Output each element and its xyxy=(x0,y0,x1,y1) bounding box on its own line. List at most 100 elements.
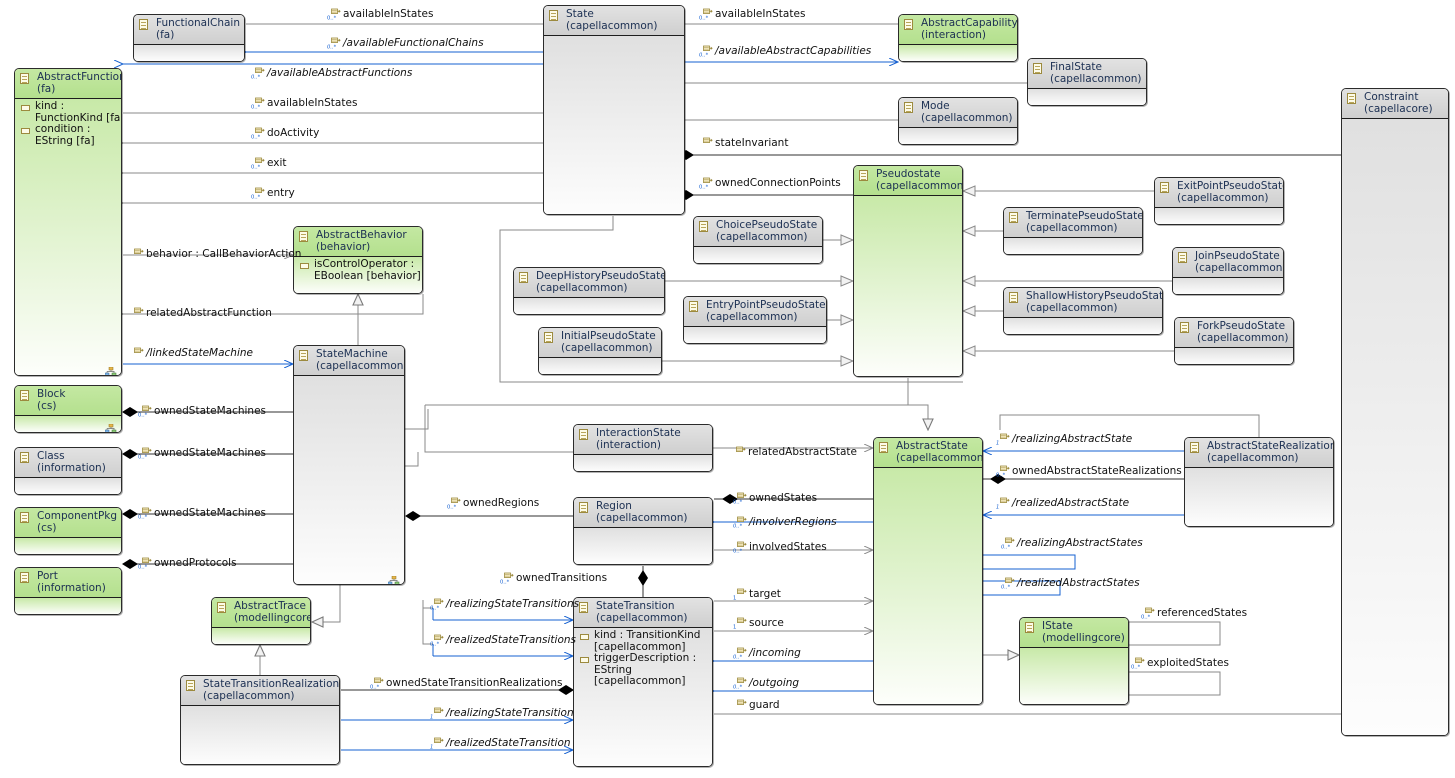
class-header-StateTransitionRealization: StateTransitionRealization (capellacommon… xyxy=(181,676,339,706)
edge-label-text: guard xyxy=(749,699,780,711)
class-body-AbstractBehavior: isControlOperator : EBoolean [behavior] xyxy=(294,257,422,293)
attribute-compartment: kind : TransitionKind [capellacommon] tri… xyxy=(574,628,712,690)
class-box-StateTransitionRealization[interactable]: StateTransitionRealization (capellacommon… xyxy=(180,675,340,765)
edge-label-text: doActivity xyxy=(267,127,320,139)
edge-label-text: /realizedAbstractState xyxy=(1012,497,1130,509)
class-name: ShallowHistoryPseudoState xyxy=(1026,290,1163,302)
class-icon xyxy=(879,442,888,453)
svg-text:0..*: 0..* xyxy=(447,505,457,510)
edge-label-text: ownedStateMachines xyxy=(154,507,267,519)
class-box-AbstractState[interactable]: AbstractState (capellacommon) xyxy=(873,437,983,705)
class-body-State xyxy=(544,36,684,214)
class-box-JoinPseudoState[interactable]: JoinPseudoState (capellacommon) xyxy=(1172,247,1284,295)
edge-label-text: ownedConnectionPoints xyxy=(715,177,841,189)
association-icon: 0..* xyxy=(138,447,152,461)
class-icon xyxy=(217,602,226,613)
class-header-ChoicePseudoState: ChoicePseudoState (capellacommon) xyxy=(694,217,822,247)
class-box-Mode[interactable]: Mode (capellacommon) xyxy=(898,97,1018,145)
class-box-Region[interactable]: Region (capellacommon) xyxy=(573,497,713,565)
class-name: ChoicePseudoState xyxy=(716,219,818,231)
class-icon xyxy=(1180,322,1189,333)
class-package: (capellacommon) xyxy=(1026,221,1118,234)
class-package: (modellingcore) xyxy=(1042,631,1125,644)
association-icon: 0..* xyxy=(251,187,265,201)
attribute-label: kind : TransitionKind [capellacommon] xyxy=(594,629,701,653)
class-box-IState[interactable]: IState (modellingcore) xyxy=(1019,617,1129,705)
class-body-Block xyxy=(15,416,121,432)
edge-label-l32: 1 source xyxy=(733,617,784,631)
svg-text:1: 1 xyxy=(996,441,999,446)
class-box-InteractionState[interactable]: InteractionState (interaction) xyxy=(573,424,713,472)
edge-label-text: /realizingStateTransition xyxy=(446,707,574,719)
class-box-EntryPointPseudoState[interactable]: EntryPointPseudoState (capellacommon) xyxy=(683,296,827,344)
edge-label-l33: 0..* referencedStates xyxy=(1141,607,1247,621)
class-box-StateMachine[interactable]: StateMachine (capellacommon) xyxy=(293,345,405,585)
class-box-ComponentPkg[interactable]: ComponentPkg (cs) xyxy=(14,507,122,555)
class-box-AbstractFunction[interactable]: AbstractFunction (fa) kind : FunctionKind … xyxy=(14,68,122,376)
svg-text:0..*: 0..* xyxy=(733,685,743,690)
edge-label-l22: 1/realizedAbstractState xyxy=(996,497,1130,511)
class-box-AbstractTrace[interactable]: AbstractTrace (modellingcore) xyxy=(211,597,311,645)
edge-label-l3: 0..* /availableFunctionalChains xyxy=(327,37,484,51)
attribute-compartment: kind : FunctionKind [fa]condition : EStr… xyxy=(15,99,121,149)
class-name: IState xyxy=(1042,620,1073,632)
association-icon: 0..* xyxy=(733,492,747,506)
svg-text:1: 1 xyxy=(996,505,999,510)
class-icon xyxy=(1025,622,1034,633)
svg-text:1: 1 xyxy=(733,596,736,601)
class-box-Port[interactable]: Port (information) xyxy=(14,567,122,615)
class-header-StateTransition: StateTransition (capellacommon) xyxy=(574,598,712,628)
class-header-ShallowHistoryPseudoState: ShallowHistoryPseudoState (capellacommon) xyxy=(1004,288,1162,318)
class-box-Constraint[interactable]: Constraint (capellacore) xyxy=(1341,88,1449,736)
edge-label-text: exit xyxy=(267,157,287,169)
class-body-StateTransition: kind : TransitionKind [capellacommon] tri… xyxy=(574,628,712,766)
edge-layer xyxy=(0,0,1341,778)
class-box-ChoicePseudoState[interactable]: ChoicePseudoState (capellacommon) xyxy=(693,216,823,264)
class-box-ShallowHistoryPseudoState[interactable]: ShallowHistoryPseudoState (capellacommon) xyxy=(1003,287,1163,335)
edge-label-l4: 0..* /availableAbstractCapabilities xyxy=(699,45,871,59)
class-icon xyxy=(904,102,913,113)
class-box-ExitPointPseudoState[interactable]: ExitPointPseudoState (capellacommon) xyxy=(1154,177,1284,225)
class-package: (capellacommon) xyxy=(536,281,628,294)
class-body-AbstractFunction: kind : FunctionKind [fa]condition : EStr… xyxy=(15,99,121,375)
edge-label-l10: 0..* ownedConnectionPoints xyxy=(699,177,841,191)
edge-label-l19: 0..* ownedAbstractStateRealizations xyxy=(996,465,1182,479)
class-box-AbstractStateRealization[interactable]: AbstractStateRealization (capellacommon) xyxy=(1184,437,1334,527)
class-package: (capellacommon) xyxy=(706,310,798,323)
class-box-Class[interactable]: Class (information) xyxy=(14,447,122,495)
edge-label-l20: 0..* ownedRegions xyxy=(447,497,539,511)
class-box-DeepHistoryPseudoState[interactable]: DeepHistoryPseudoState (capellacommon) xyxy=(513,267,665,315)
class-icon xyxy=(519,272,528,283)
class-box-ForkPseudoState[interactable]: ForkPseudoState (capellacommon) xyxy=(1174,317,1294,365)
class-name: ExitPointPseudoState xyxy=(1177,180,1284,192)
class-box-AbstractBehavior[interactable]: AbstractBehavior (behavior) isControlOpera… xyxy=(293,226,423,294)
class-box-TerminatePseudoState[interactable]: TerminatePseudoState (capellacommon) xyxy=(1003,207,1143,255)
association-icon: 0..* xyxy=(733,647,747,661)
class-box-FunctionalChain[interactable]: FunctionalChain (fa) xyxy=(133,14,245,62)
class-box-InitialPseudoState[interactable]: InitialPseudoState (capellacommon) xyxy=(538,327,662,375)
class-body-Port xyxy=(15,598,121,614)
attribute-row: condition : EString [fa] xyxy=(21,123,119,147)
class-box-Block[interactable]: Block (cs) xyxy=(14,385,122,433)
class-box-State[interactable]: State (capellacommon) xyxy=(543,5,685,215)
class-box-AbstractCapability[interactable]: AbstractCapability (interaction) xyxy=(898,14,1018,62)
class-body-AbstractStateRealization xyxy=(1185,468,1333,526)
association-icon: 1 xyxy=(430,707,444,721)
class-package: (capellacommon) xyxy=(561,341,653,354)
class-package: (capellacommon) xyxy=(203,689,295,702)
class-box-FinalState[interactable]: FinalState (capellacommon) xyxy=(1027,58,1147,106)
attribute-icon xyxy=(21,128,30,134)
edge-label-l31: 0..* /realizingStateTransitions xyxy=(430,598,579,612)
association-icon: 0..* xyxy=(138,507,152,521)
class-box-StateTransition[interactable]: StateTransition (capellacommon) kind : Tra… xyxy=(573,597,713,767)
edge-label-text: /involverRegions xyxy=(749,516,837,528)
svg-text:0..*: 0..* xyxy=(733,549,743,554)
attribute-compartment: isControlOperator : EBoolean [behavior] xyxy=(294,257,422,284)
class-header-TerminatePseudoState: TerminatePseudoState (capellacommon) xyxy=(1004,208,1142,238)
attribute-row: triggerDescription : EString [capellacom… xyxy=(580,652,710,688)
class-icon xyxy=(139,19,148,30)
class-header-AbstractCapability: AbstractCapability (interaction) xyxy=(899,15,1017,45)
edge-label-text: relatedAbstractFunction xyxy=(146,307,272,319)
class-box-Pseudostate[interactable]: Pseudostate (capellacommon) xyxy=(853,165,963,377)
svg-text:1: 1 xyxy=(430,715,433,720)
